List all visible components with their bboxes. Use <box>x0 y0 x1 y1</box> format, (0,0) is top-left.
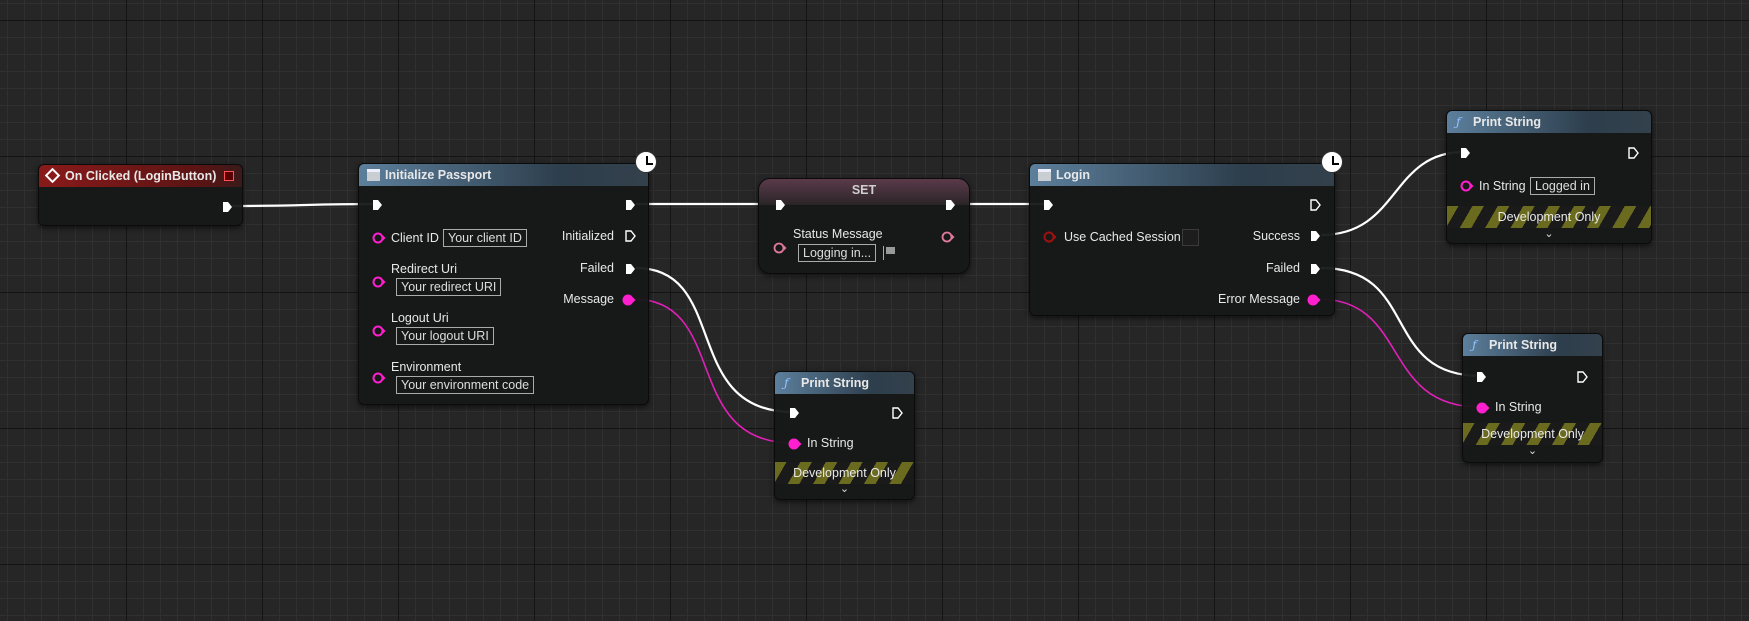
status-message-input[interactable]: Logging in... <box>798 244 877 262</box>
exec-in-pin[interactable] <box>789 407 800 419</box>
expand-chevron-icon[interactable]: ⌄ <box>1447 227 1651 240</box>
failed-label: Failed <box>1265 261 1300 275</box>
print-string-login-failed-node[interactable]: ƒ Print String In String Development Only… <box>1462 333 1603 463</box>
initialized-label: Initialized <box>561 229 614 243</box>
exec-in-pin[interactable] <box>372 199 383 211</box>
environment-label: Environment <box>391 360 462 374</box>
node-title: Print String <box>1473 115 1542 129</box>
function-node-icon <box>1038 169 1051 181</box>
exec-in-pin[interactable] <box>1460 147 1471 159</box>
wire-login-error-to-print <box>1317 298 1481 408</box>
node-title: Print String <box>801 376 870 390</box>
message-label: Message <box>563 292 614 306</box>
wire-init-message-to-print <box>632 298 794 444</box>
wires-layer <box>231 150 1482 444</box>
message-pin[interactable] <box>622 294 636 306</box>
redirect-uri-label: Redirect Uri <box>391 262 457 276</box>
initialize-passport-node[interactable]: Initialize Passport Client ID Your clien… <box>358 151 657 405</box>
use-cached-session-label: Use Cached Session <box>1064 230 1181 244</box>
node-header: Initialize Passport <box>359 164 648 186</box>
node-header: Login <box>1030 164 1334 186</box>
success-exec-pin[interactable] <box>1310 230 1321 242</box>
exec-in-pin[interactable] <box>1043 199 1054 211</box>
exec-out-pin[interactable] <box>1310 199 1321 211</box>
environment-input[interactable]: Your environment code <box>396 376 535 394</box>
redirect-uri-pin[interactable] <box>372 276 386 288</box>
logout-uri-input[interactable]: Your logout URI <box>396 327 494 345</box>
exec-out-pin[interactable] <box>1577 371 1588 383</box>
on-clicked-event-node[interactable]: On Clicked (LoginButton) <box>38 164 243 226</box>
in-string-label: In String <box>807 436 854 450</box>
in-string-pin[interactable] <box>1476 402 1490 414</box>
flag-icon[interactable] <box>883 246 896 260</box>
exec-out-pin[interactable] <box>945 199 956 211</box>
function-icon: ƒ <box>1472 337 1477 352</box>
error-message-pin[interactable] <box>1307 294 1321 306</box>
function-icon: ƒ <box>784 375 789 390</box>
clock-icon <box>1321 151 1343 173</box>
exec-out-pin[interactable] <box>222 201 233 213</box>
node-header: On Clicked (LoginButton) <box>39 165 242 187</box>
exec-in-pin[interactable] <box>775 199 786 211</box>
delegate-pin-icon[interactable] <box>224 171 234 181</box>
node-title: Initialize Passport <box>385 168 492 182</box>
node-header: ƒ Print String <box>1463 334 1602 356</box>
development-only-banner: Development Only <box>1447 206 1651 228</box>
node-header: ƒ Print String <box>1447 111 1651 133</box>
client-id-input[interactable]: Your client ID <box>443 229 527 247</box>
exec-in-pin[interactable] <box>1476 371 1487 383</box>
function-icon: ƒ <box>1456 114 1461 129</box>
node-title: SET <box>759 179 969 205</box>
event-diamond-icon <box>44 167 61 184</box>
print-string-init-failed-node[interactable]: ƒ Print String In String Development Only… <box>774 371 915 500</box>
in-string-pin[interactable] <box>1460 180 1474 192</box>
initialized-exec-pin[interactable] <box>625 230 636 242</box>
logout-uri-label: Logout Uri <box>391 311 449 325</box>
node-header: ƒ Print String <box>775 372 914 394</box>
expand-chevron-icon[interactable]: ⌄ <box>775 482 914 495</box>
client-id-pin[interactable] <box>372 232 386 244</box>
success-label: Success <box>1252 229 1300 243</box>
failed-exec-pin[interactable] <box>625 263 636 275</box>
print-string-success-node[interactable]: ƒ Print String In String Logged in Develo… <box>1446 110 1652 244</box>
in-string-label: In String <box>1479 179 1526 193</box>
exec-out-pin[interactable] <box>625 199 636 211</box>
status-message-out-pin[interactable] <box>941 231 955 243</box>
in-string-pin[interactable] <box>788 438 802 450</box>
failed-label: Failed <box>579 261 614 275</box>
login-node[interactable]: Login Use Cached Session Success Failed … <box>1029 151 1343 316</box>
development-only-banner: Development Only <box>1463 423 1602 445</box>
set-status-message-node[interactable]: SET Status Message Logging in... <box>758 178 970 274</box>
status-message-in-pin[interactable] <box>773 242 787 254</box>
use-cached-session-checkbox[interactable] <box>1182 229 1199 246</box>
exec-out-pin[interactable] <box>892 407 903 419</box>
exec-out-pin[interactable] <box>1628 147 1639 159</box>
error-message-label: Error Message <box>1218 292 1300 306</box>
environment-pin[interactable] <box>372 372 386 384</box>
in-string-label: In String <box>1495 400 1542 414</box>
wire-clicked-to-init <box>231 202 377 208</box>
development-only-banner: Development Only <box>775 462 914 484</box>
function-node-icon <box>367 169 380 181</box>
redirect-uri-input[interactable]: Your redirect URI <box>396 278 502 296</box>
clock-icon <box>635 151 657 173</box>
use-cached-session-pin[interactable] <box>1043 231 1057 243</box>
node-title: Login <box>1056 168 1091 182</box>
in-string-input[interactable]: Logged in <box>1530 177 1595 195</box>
client-id-label: Client ID <box>391 231 439 245</box>
logout-uri-pin[interactable] <box>372 325 386 337</box>
node-title: On Clicked (LoginButton) <box>65 169 217 183</box>
expand-chevron-icon[interactable]: ⌄ <box>1463 444 1602 457</box>
node-title: Print String <box>1489 338 1558 352</box>
failed-exec-pin[interactable] <box>1310 263 1321 275</box>
status-message-label: Status Message <box>793 227 883 241</box>
